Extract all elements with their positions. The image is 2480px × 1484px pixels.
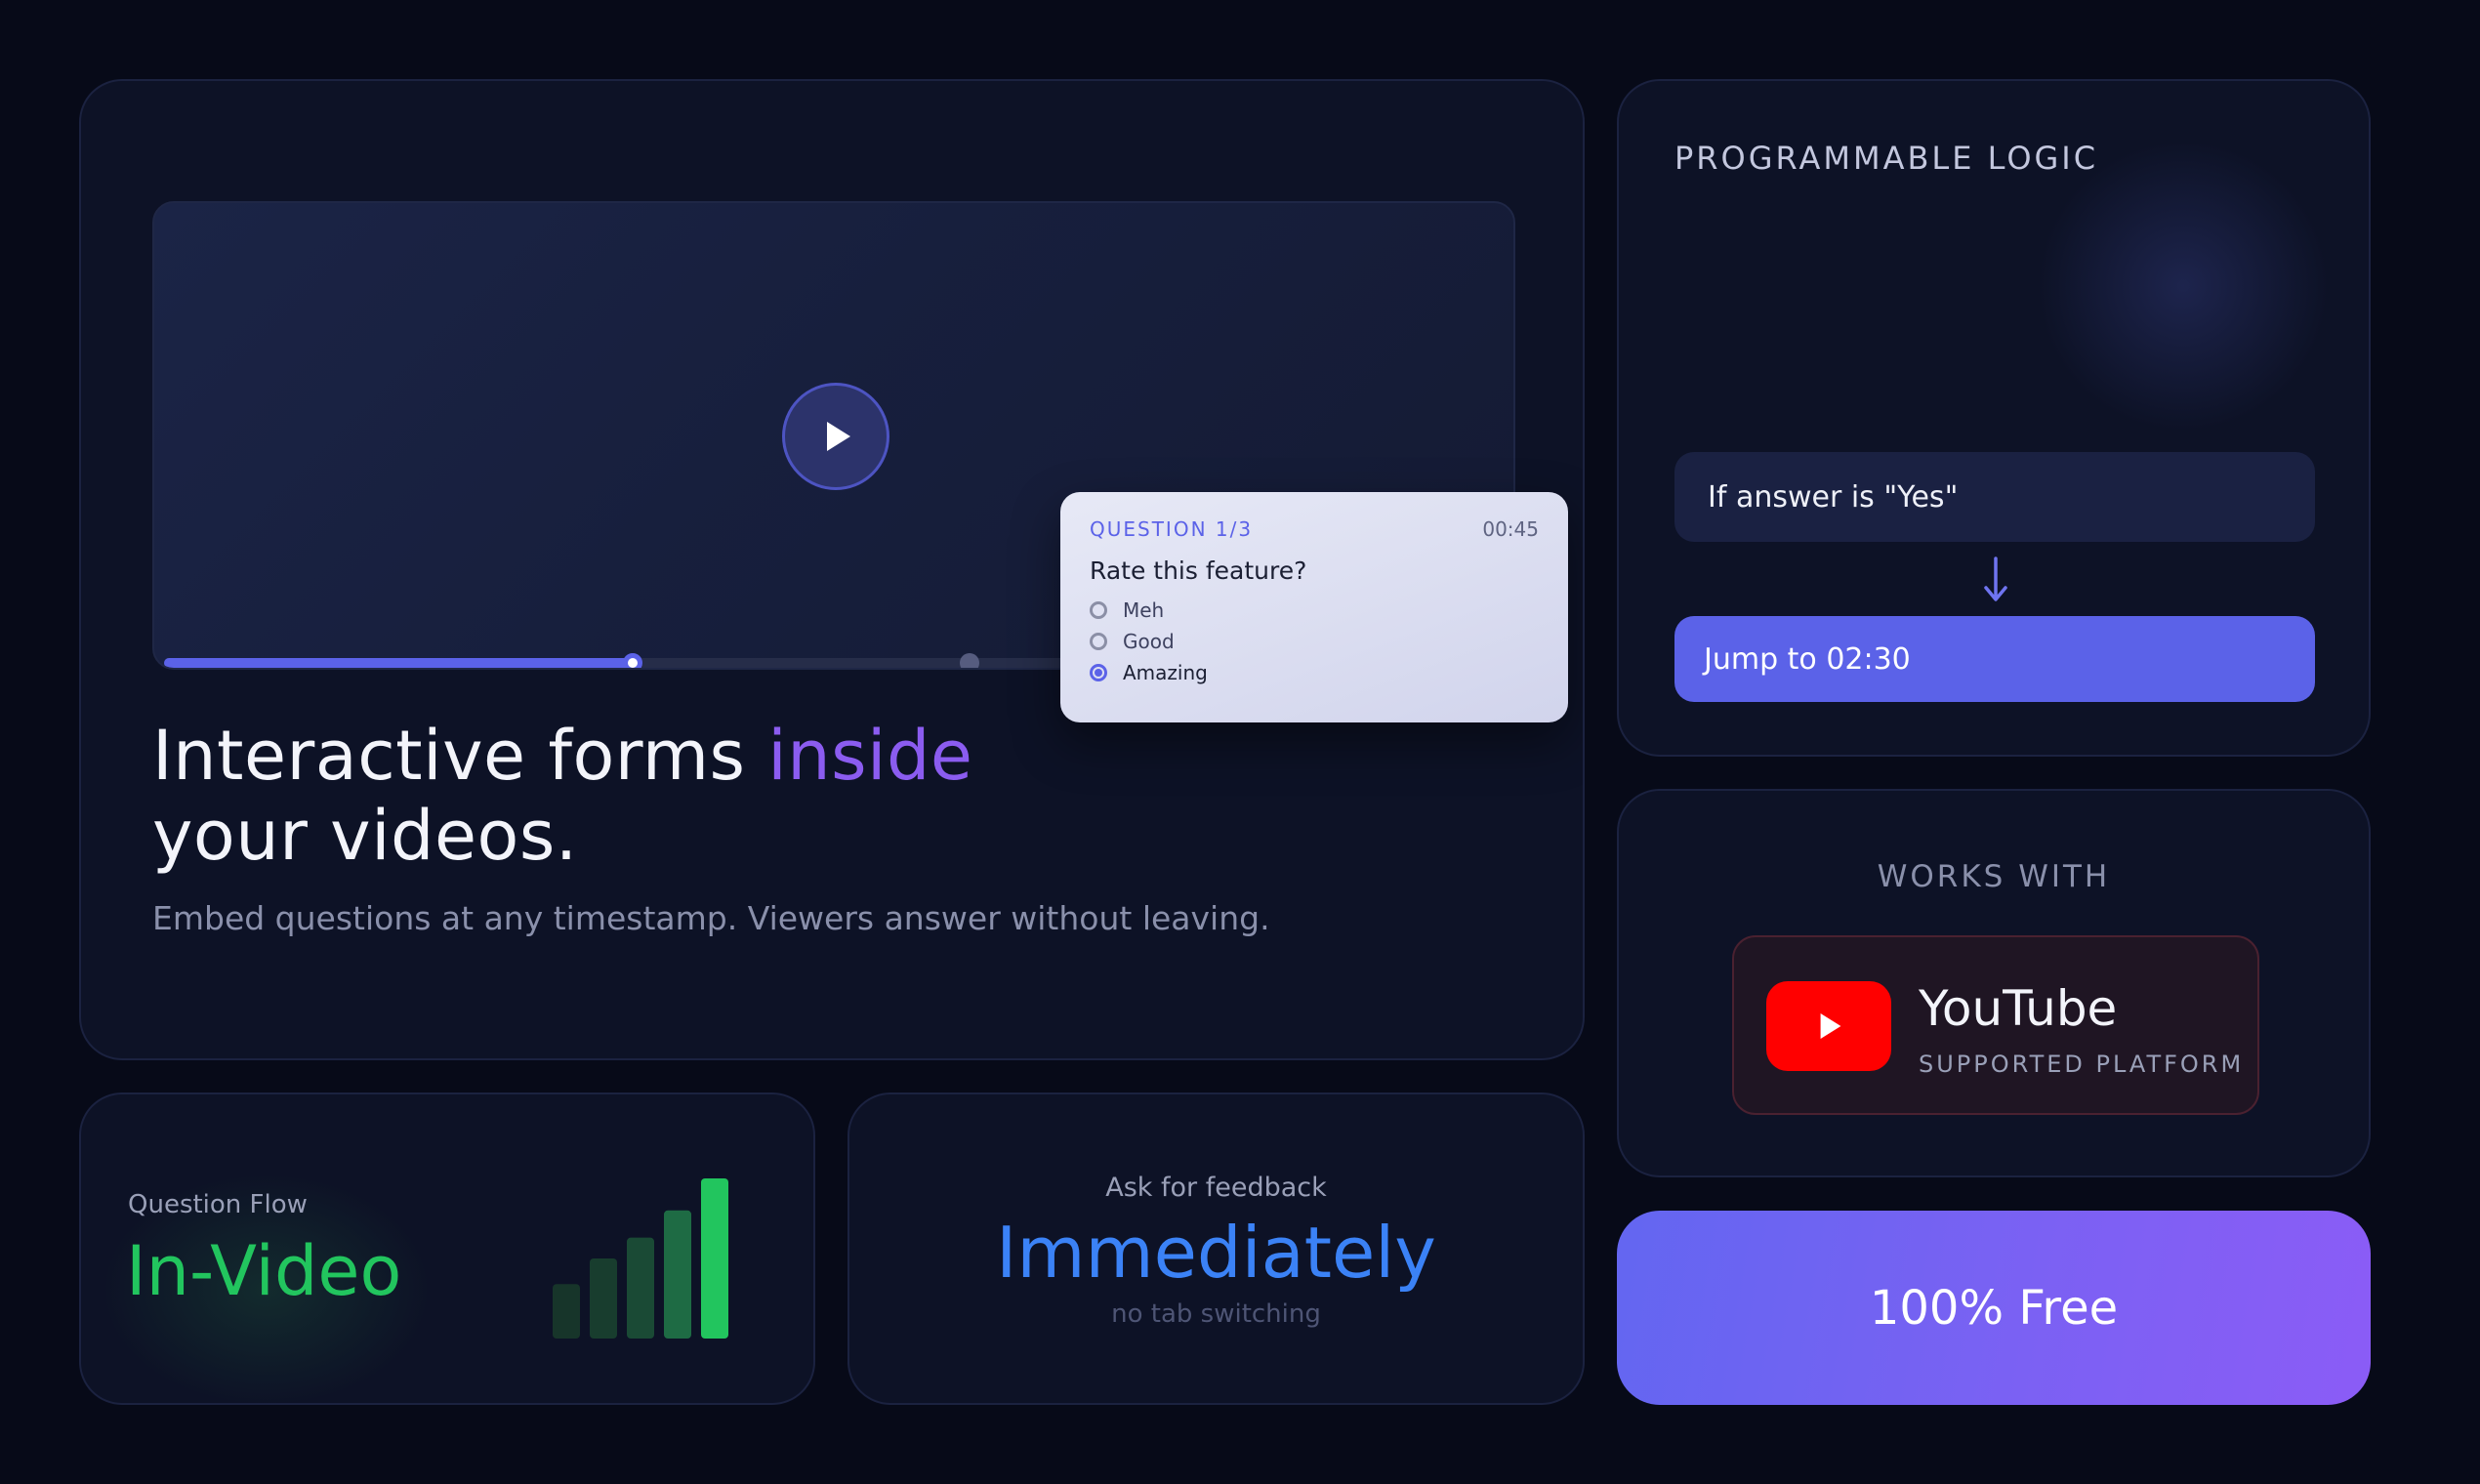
play-icon [827, 422, 850, 451]
platform-name: YouTube [1919, 980, 2118, 1037]
logic-action-button[interactable]: Jump to 02:30 [1674, 616, 2315, 702]
option-label: Amazing [1123, 661, 1208, 684]
play-icon [1820, 1013, 1841, 1039]
youtube-badge[interactable]: YouTube SUPPORTED PLATFORM [1732, 935, 2259, 1115]
flow-bar [590, 1258, 617, 1339]
option-label: Meh [1123, 598, 1165, 622]
hero-card: QUESTION 1/3 00:45 Rate this feature? Me… [79, 79, 1585, 1060]
logic-card: PROGRAMMABLE LOGIC If answer is "Yes" Ju… [1617, 79, 2371, 757]
feedback-value: Immediately [996, 1212, 1436, 1294]
hero-subtitle: Embed questions at any timestamp. Viewer… [152, 899, 1270, 937]
youtube-icon [1766, 981, 1891, 1071]
free-cta-button[interactable]: 100% Free [1617, 1211, 2371, 1405]
hero-title-accent: inside [767, 716, 973, 796]
hero-title-line2: your videos. [152, 796, 578, 876]
hero-title-line1: Interactive forms [152, 716, 768, 796]
play-button[interactable] [782, 383, 889, 490]
bars-chart-icon [553, 1178, 728, 1339]
radio-icon[interactable] [1090, 601, 1107, 619]
arrow-down-icon [1984, 556, 2007, 601]
question-counter: QUESTION 1/3 [1090, 517, 1254, 541]
works-with-title: WORKS WITH [1877, 859, 2111, 894]
works-with-card: WORKS WITH YouTube SUPPORTED PLATFORM [1617, 789, 2371, 1177]
question-marker[interactable] [959, 653, 979, 668]
question-timestamp: 00:45 [1482, 517, 1539, 541]
logic-title: PROGRAMMABLE LOGIC [1674, 140, 2099, 177]
platform-tag: SUPPORTED PLATFORM [1919, 1051, 2245, 1078]
question-flow-card: Question Flow In-Video [79, 1092, 815, 1405]
flow-bar [553, 1284, 580, 1339]
option-label: Good [1123, 630, 1175, 653]
flow-bar [664, 1210, 691, 1339]
radio-icon[interactable] [1090, 664, 1107, 681]
option-amazing[interactable]: Amazing [1090, 657, 1539, 688]
flow-value: In-Video [126, 1231, 402, 1311]
question-popup: QUESTION 1/3 00:45 Rate this feature? Me… [1060, 492, 1568, 722]
question-text: Rate this feature? [1090, 556, 1307, 585]
feedback-note: no tab switching [1111, 1299, 1321, 1329]
flow-bar [627, 1237, 654, 1339]
flow-bar [701, 1178, 728, 1339]
logic-condition: If answer is "Yes" [1674, 452, 2315, 542]
option-good[interactable]: Good [1090, 626, 1539, 657]
video-progress-fill [164, 658, 634, 668]
question-header: QUESTION 1/3 00:45 [1090, 517, 1539, 541]
flow-label: Question Flow [128, 1190, 308, 1219]
question-marker[interactable] [623, 653, 643, 668]
option-meh[interactable]: Meh [1090, 595, 1539, 626]
question-options: Meh Good Amazing [1090, 595, 1539, 688]
logic-glow [2037, 140, 2330, 433]
feedback-label: Ask for feedback [1105, 1173, 1327, 1203]
radio-icon[interactable] [1090, 633, 1107, 650]
feedback-card: Ask for feedback Immediately no tab swit… [847, 1092, 1585, 1405]
hero-title: Interactive forms inside your videos. [152, 716, 972, 876]
